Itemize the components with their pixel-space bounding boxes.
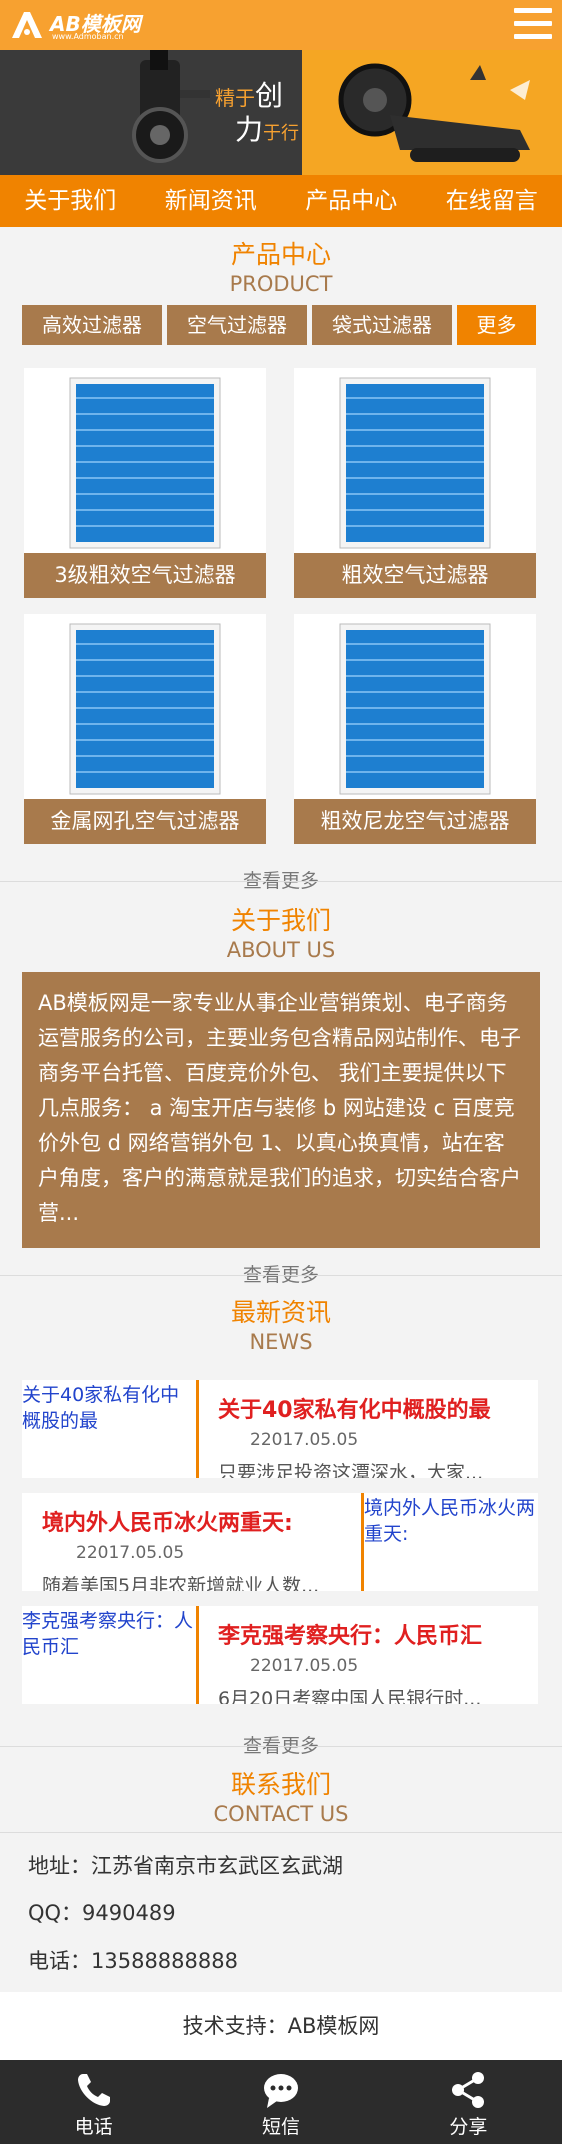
share-icon xyxy=(452,2072,485,2108)
product-label: 粗效尼龙空气过滤器 xyxy=(294,799,536,844)
products-heading: 产品中心 PRODUCT xyxy=(0,240,562,298)
news-date: 22017.05.05 xyxy=(76,1543,185,1563)
tab-more[interactable]: 更多 xyxy=(457,305,536,345)
about-more-link[interactable]: 查看更多 xyxy=(0,1260,562,1287)
news-thumbnail[interactable]: 境内外人民币冰火两重天: xyxy=(364,1493,538,1591)
machine-right-image xyxy=(338,63,530,162)
products-title-cn: 产品中心 xyxy=(230,240,331,269)
news-more-link[interactable]: 查看更多 xyxy=(0,1731,562,1758)
banner: 精于创 力于行 xyxy=(0,50,562,175)
product-card[interactable]: 3级粗效空气过滤器 xyxy=(24,368,266,598)
product-card[interactable]: 粗效尼龙空气过滤器 xyxy=(294,614,536,844)
filter-product-image xyxy=(339,377,491,549)
news-title[interactable]: 关于40家私有化中概股的最 xyxy=(218,1392,538,1424)
filter-product-image xyxy=(69,377,221,549)
divider xyxy=(0,1275,562,1276)
products-more-link[interactable]: 查看更多 xyxy=(0,866,562,893)
footer-label: 电话 xyxy=(74,2116,113,2138)
filter-product-image xyxy=(339,623,491,795)
divider xyxy=(0,1832,562,1833)
news-thumbnail[interactable]: 李克强考察央行：人民币汇 xyxy=(22,1606,196,1704)
main-nav: 关于我们 新闻资讯 产品中心 在线留言 xyxy=(0,175,562,227)
tab-hepa-filter[interactable]: 高效过滤器 xyxy=(22,305,162,345)
news-item[interactable]: 境内外人民币冰火两重天: 22017.05.05 随着美国5月非农新增就业人数.… xyxy=(22,1493,538,1591)
news-item[interactable]: 关于40家私有化中概股的最 关于40家私有化中概股的最 22017.05.05 … xyxy=(22,1380,538,1478)
nav-item-products[interactable]: 产品中心 xyxy=(281,175,422,227)
footer-label: 短信 xyxy=(261,2116,300,2138)
divider xyxy=(0,1746,562,1747)
logo-url: www.Admoban.cn xyxy=(52,32,124,41)
contact-qq: QQ：9490489 xyxy=(28,1901,176,1925)
tab-bag-filter[interactable]: 袋式过滤器 xyxy=(312,305,452,345)
filter-product-image xyxy=(69,623,221,795)
nav-item-about[interactable]: 关于我们 xyxy=(0,175,141,227)
logo-mark-icon xyxy=(12,12,42,38)
tech-support: 技术支持：AB模板网 xyxy=(0,1992,562,2060)
product-label: 金属网孔空气过滤器 xyxy=(24,799,266,844)
contact-phone: 电话：13588888888 xyxy=(28,1949,238,1973)
contact-title-en: CONTACT US xyxy=(213,1802,349,1826)
menu-icon[interactable] xyxy=(514,6,552,42)
news-title-en: NEWS xyxy=(249,1330,313,1354)
header: AB模板网 www.Admoban.cn xyxy=(0,0,562,50)
news-item[interactable]: 李克强考察央行：人民币汇 李克强考察央行：人民币汇 22017.05.05 6月… xyxy=(22,1606,538,1704)
logo[interactable]: AB模板网 www.Admoban.cn xyxy=(10,6,150,44)
nav-item-news[interactable]: 新闻资讯 xyxy=(141,175,282,227)
news-title-cn: 最新资讯 xyxy=(230,1298,331,1327)
news-date: 22017.05.05 xyxy=(250,1656,359,1676)
footer-share-button[interactable]: 分享 xyxy=(375,2060,562,2144)
product-card[interactable]: 粗效空气过滤器 xyxy=(294,368,536,598)
contact-title-cn: 联系我们 xyxy=(230,1770,331,1799)
machine-left-image xyxy=(132,50,210,163)
message-icon xyxy=(263,2074,298,2108)
news-accent-line xyxy=(196,1606,199,1704)
news-summary: 6月20日考察中国人民银行时... xyxy=(218,1688,482,1704)
nav-item-message[interactable]: 在线留言 xyxy=(422,175,562,227)
footer-label: 分享 xyxy=(449,2116,488,2138)
news-summary: 随着美国5月非农新增就业人数... xyxy=(42,1575,320,1591)
contact-heading: 联系我们 CONTACT US xyxy=(0,1770,562,1828)
product-card[interactable]: 金属网孔空气过滤器 xyxy=(24,614,266,844)
banner-slogan-line2: 力于行 xyxy=(235,113,300,146)
bottom-bar: 电话 短信 分享 xyxy=(0,2060,562,2144)
product-tabs: 高效过滤器 空气过滤器 袋式过滤器 更多 xyxy=(22,305,536,345)
news-title[interactable]: 李克强考察央行：人民币汇 xyxy=(218,1618,538,1650)
products-title-en: PRODUCT xyxy=(229,272,333,296)
phone-icon xyxy=(77,2074,110,2106)
about-heading: 关于我们 ABOUT US xyxy=(0,906,562,964)
about-title-en: ABOUT US xyxy=(226,938,336,962)
news-thumbnail[interactable]: 关于40家私有化中概股的最 xyxy=(22,1380,196,1478)
about-text: AB模板网是一家专业从事企业营销策划、电子商务运营服务的公司，主要业务包含精品网… xyxy=(22,972,540,1248)
product-label: 3级粗效空气过滤器 xyxy=(24,553,266,598)
tab-air-filter[interactable]: 空气过滤器 xyxy=(167,305,307,345)
news-title[interactable]: 境内外人民币冰火两重天: xyxy=(42,1505,342,1537)
news-heading: 最新资讯 NEWS xyxy=(0,1298,562,1356)
page: AB模板网 www.Admoban.cn 精于创 力于行 关于我们 新闻资讯 产… xyxy=(0,0,562,2144)
news-accent-line xyxy=(196,1380,199,1478)
about-title-cn: 关于我们 xyxy=(230,906,331,935)
footer-phone-button[interactable]: 电话 xyxy=(0,2060,187,2144)
divider xyxy=(0,881,562,882)
product-label: 粗效空气过滤器 xyxy=(294,553,536,598)
footer-sms-button[interactable]: 短信 xyxy=(187,2060,374,2144)
contact-address: 地址：江苏省南京市玄武区玄武湖 xyxy=(28,1854,343,1878)
news-summary: 只要涉足投资这潭深水，大家... xyxy=(218,1462,484,1478)
news-date: 22017.05.05 xyxy=(250,1430,359,1450)
